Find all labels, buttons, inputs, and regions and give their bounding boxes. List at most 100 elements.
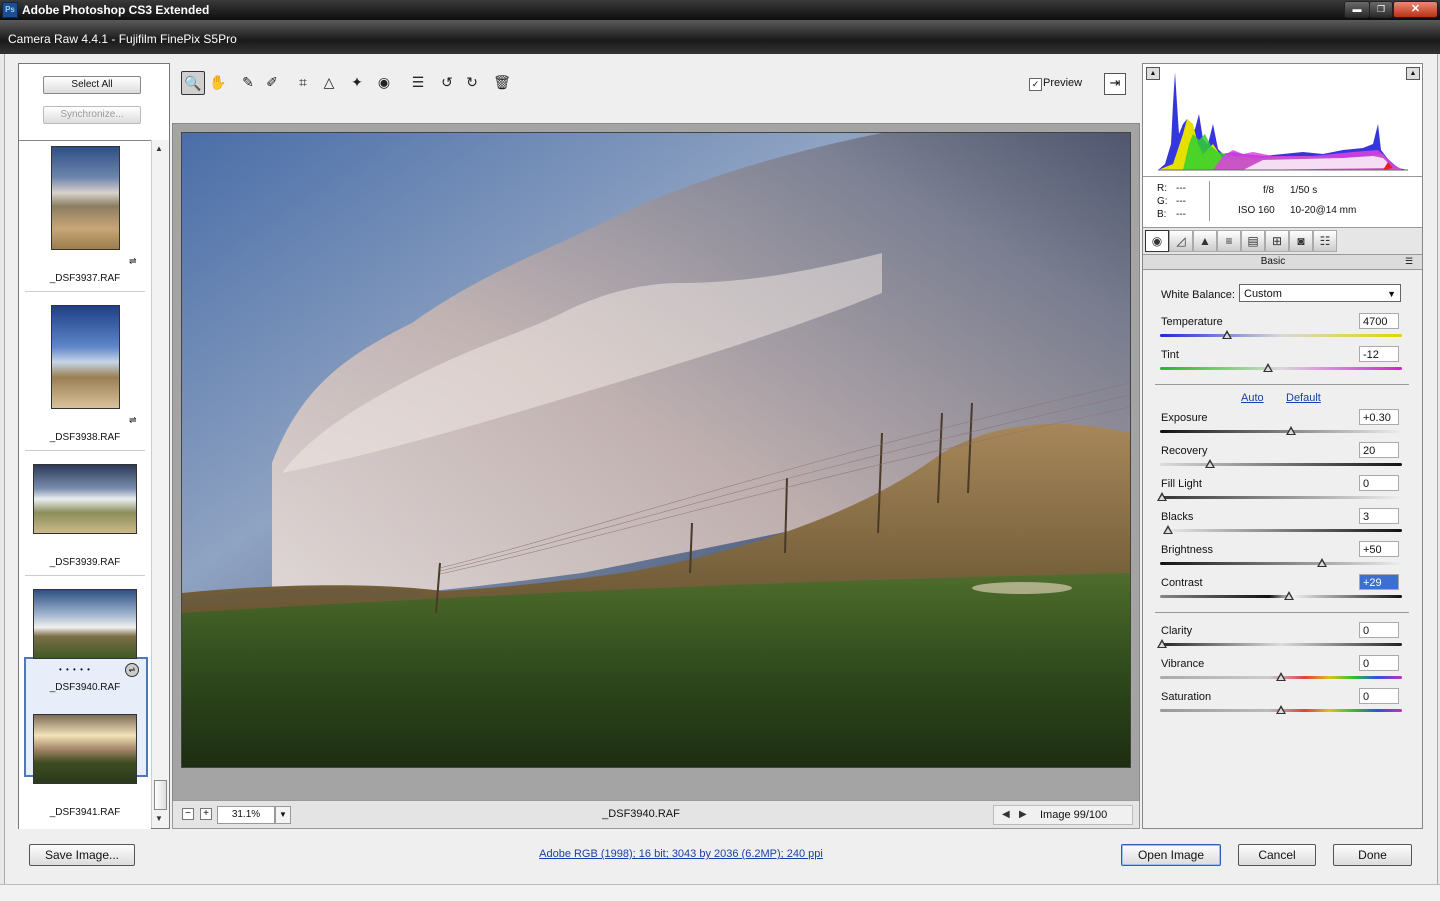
minimize-button[interactable]: ▬: [1344, 1, 1370, 18]
contrast-knob[interactable]: [1284, 591, 1294, 600]
recovery-slider[interactable]: [1160, 463, 1402, 466]
tab-basic[interactable]: ◉: [1145, 230, 1169, 252]
thumbnail-2[interactable]: [51, 305, 120, 409]
clarity-field[interactable]: 0: [1359, 622, 1399, 638]
close-button[interactable]: ✕: [1393, 1, 1438, 18]
exif-divider: [1209, 181, 1210, 221]
color-sampler-icon[interactable]: ✐: [261, 71, 283, 93]
temperature-slider[interactable]: [1160, 334, 1402, 337]
thumbnail-5[interactable]: [33, 714, 137, 784]
fill-light-knob[interactable]: [1157, 492, 1167, 501]
app-titlebar: Ps Adobe Photoshop CS3 Extended ▬ ❐ ✕: [0, 0, 1440, 20]
blacks-field[interactable]: 3: [1359, 508, 1399, 524]
preview-status-bar: − + 31.1% ▼ _DSF3940.RAF ◀ ▶ Image 99/10…: [172, 800, 1140, 829]
tab-hsl[interactable]: ≡: [1217, 230, 1241, 252]
tab-camera-calibration[interactable]: ◙: [1289, 230, 1313, 252]
contrast-label: Contrast: [1161, 577, 1203, 589]
temperature-field[interactable]: 4700: [1359, 313, 1399, 329]
adjusted-icon: ⇌: [125, 663, 139, 677]
lens: 10-20@14 mm: [1290, 205, 1357, 216]
fill-light-label: Fill Light: [1161, 478, 1202, 490]
rotate-right-icon[interactable]: ↻: [461, 71, 483, 93]
preferences-icon[interactable]: ☰: [407, 71, 429, 93]
filmstrip-scrollbar[interactable]: ▲ ▼: [151, 140, 169, 828]
contrast-slider[interactable]: [1160, 595, 1402, 598]
contrast-field[interactable]: +29: [1359, 574, 1399, 590]
clarity-slider[interactable]: [1160, 643, 1402, 646]
blacks-slider[interactable]: [1160, 529, 1402, 532]
brightness-label: Brightness: [1161, 544, 1213, 556]
image-counter: Image 99/100: [1040, 809, 1108, 821]
tint-knob[interactable]: [1263, 363, 1273, 372]
hand-icon[interactable]: ✋: [207, 71, 229, 93]
thumbnail-3[interactable]: [33, 464, 137, 534]
panel-menu-icon[interactable]: ☰: [1405, 256, 1413, 267]
temperature-knob[interactable]: [1222, 330, 1232, 339]
white-balance-icon[interactable]: ✎: [237, 71, 259, 93]
photoshop-icon: Ps: [2, 2, 18, 18]
image-navigator: ◀ ▶ Image 99/100: [993, 805, 1133, 825]
next-image-icon[interactable]: ▶: [1019, 809, 1027, 820]
tint-field[interactable]: -12: [1359, 346, 1399, 362]
synchronize-button[interactable]: Synchronize...: [43, 106, 141, 124]
zoom-icon[interactable]: 🔍: [181, 71, 205, 95]
done-button[interactable]: Done: [1333, 844, 1412, 866]
saturation-field[interactable]: 0: [1359, 688, 1399, 704]
fill-light-field[interactable]: 0: [1359, 475, 1399, 491]
scroll-up-icon[interactable]: ▲: [155, 144, 163, 153]
maximize-button[interactable]: ❐: [1369, 1, 1393, 18]
red-eye-icon[interactable]: ◉: [373, 71, 395, 93]
recovery-knob[interactable]: [1205, 459, 1215, 468]
tab-split-toning[interactable]: ▤: [1241, 230, 1265, 252]
crop-icon[interactable]: ⌗: [292, 71, 314, 93]
vibrance-field[interactable]: 0: [1359, 655, 1399, 671]
tab-tone-curve[interactable]: ◿: [1169, 230, 1193, 252]
exposure-slider[interactable]: [1160, 430, 1402, 433]
brightness-field[interactable]: +50: [1359, 541, 1399, 557]
retouch-icon[interactable]: ✦: [346, 71, 368, 93]
panel-header: Basic ☰: [1143, 255, 1422, 270]
straighten-icon[interactable]: △: [318, 71, 340, 93]
tab-detail[interactable]: ▲: [1193, 230, 1217, 252]
preview-image[interactable]: [181, 132, 1131, 768]
tab-presets[interactable]: ☷: [1313, 230, 1337, 252]
default-link[interactable]: Default: [1286, 392, 1321, 404]
vibrance-label: Vibrance: [1161, 658, 1205, 670]
previous-image-icon[interactable]: ◀: [1002, 809, 1010, 820]
fill-light-slider[interactable]: [1160, 496, 1402, 499]
chevron-down-icon: ▼: [1387, 289, 1396, 299]
scroll-thumb[interactable]: [154, 780, 167, 810]
auto-link[interactable]: Auto: [1241, 392, 1264, 404]
white-balance-select[interactable]: Custom ▼: [1239, 284, 1401, 302]
exif-info: R: --- G: --- B: --- f/8 1/50 s ISO 160 …: [1143, 177, 1422, 228]
brightness-knob[interactable]: [1317, 558, 1327, 567]
thumbnail-label: _DSF3937.RAF: [49, 273, 121, 284]
select-all-button[interactable]: Select All: [43, 76, 141, 94]
preview-area[interactable]: [172, 123, 1140, 801]
exposure-knob[interactable]: [1286, 426, 1296, 435]
thumbnail-label: _DSF3938.RAF: [49, 432, 121, 443]
brightness-slider[interactable]: [1160, 562, 1402, 565]
exposure-field[interactable]: +0.30: [1359, 409, 1399, 425]
g-value: ---: [1176, 196, 1186, 207]
saturation-knob[interactable]: [1276, 705, 1286, 714]
divider: [1155, 612, 1409, 613]
white-balance-value: Custom: [1244, 288, 1282, 300]
thumbnail-4[interactable]: [33, 589, 137, 659]
vibrance-knob[interactable]: [1276, 672, 1286, 681]
rotate-left-icon[interactable]: ↺: [436, 71, 458, 93]
recovery-field[interactable]: 20: [1359, 442, 1399, 458]
clarity-knob[interactable]: [1157, 639, 1167, 648]
tint-slider[interactable]: [1160, 367, 1402, 370]
preview-checkbox[interactable]: ✓: [1029, 78, 1042, 91]
blacks-knob[interactable]: [1163, 525, 1173, 534]
scroll-down-icon[interactable]: ▼: [155, 814, 163, 823]
cancel-button[interactable]: Cancel: [1238, 844, 1316, 866]
rating-dots[interactable]: • • • • •: [59, 665, 91, 674]
open-image-button[interactable]: Open Image: [1121, 844, 1221, 866]
filmstrip: Select All Synchronize... ⇌ _DSF3937.RAF…: [18, 63, 170, 829]
trash-icon[interactable]: 🗑: [491, 71, 513, 93]
tab-lens-corrections[interactable]: ⊞: [1265, 230, 1289, 252]
fullscreen-icon[interactable]: ⇥: [1104, 73, 1126, 95]
thumbnail-1[interactable]: [51, 146, 120, 250]
